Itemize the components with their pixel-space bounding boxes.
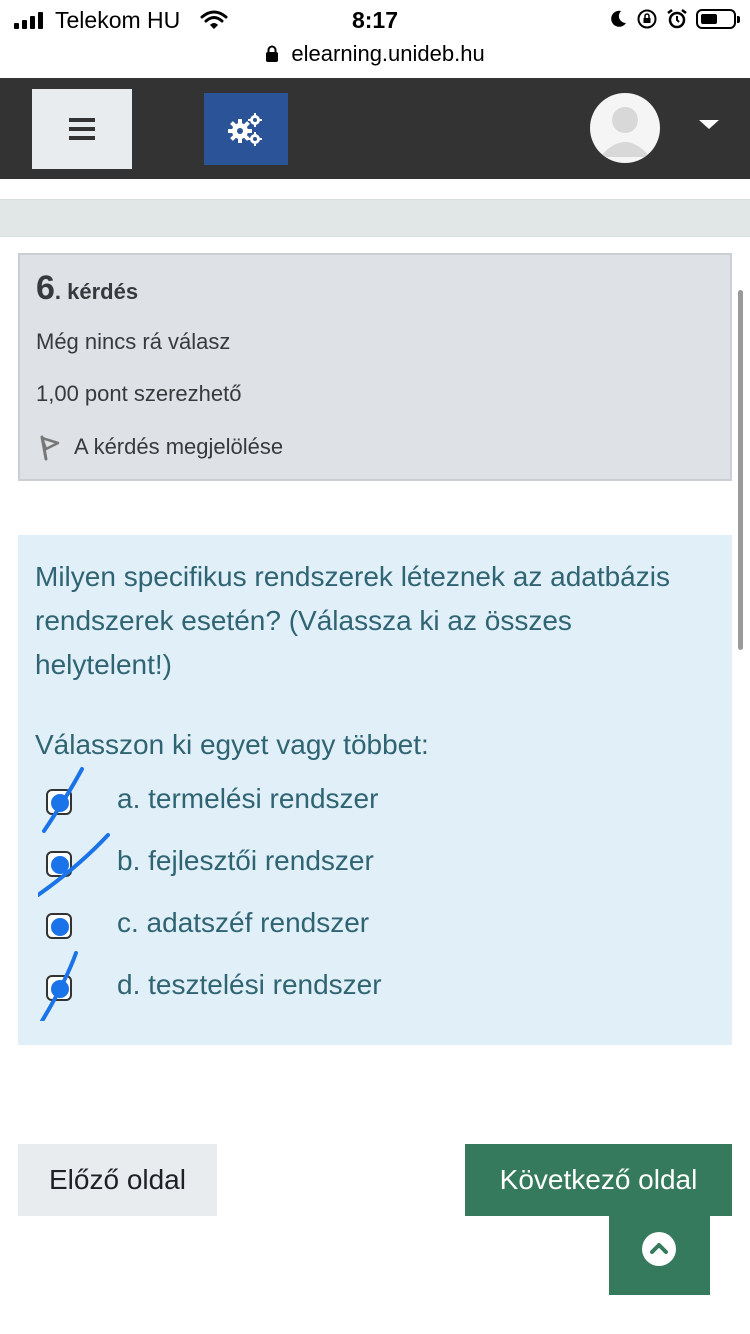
cogs-icon	[228, 113, 262, 146]
user-icon	[600, 107, 650, 157]
answer-label: b. fejlesztői rendszer	[117, 845, 374, 876]
question-text: Milyen specifikus rendszerek léteznek az…	[35, 561, 670, 680]
answer-option[interactable]: d. tesztelési rendszer	[18, 951, 732, 1021]
question-grade: 1,00 pont szerezhető	[36, 381, 242, 406]
strike-mark-icon	[42, 767, 84, 833]
page-strip	[0, 199, 750, 237]
url-text: elearning.unideb.hu	[291, 41, 485, 67]
answer-label: c. adatszéf rendszer	[117, 907, 370, 938]
question-number-suffix: . kérdés	[54, 279, 139, 304]
lock-icon	[266, 45, 279, 63]
flag-question-link[interactable]: A kérdés megjelölése	[36, 433, 283, 461]
answer-label: a. termelési rendszer	[117, 783, 379, 814]
answer-prompt: Válasszon ki egyet vagy többet:	[35, 729, 429, 760]
answer-option[interactable]: a. termelési rendszer	[18, 767, 732, 833]
status-icons	[608, 8, 740, 30]
answer-checkbox[interactable]	[46, 913, 72, 939]
question-number-value: 6	[36, 269, 55, 307]
strike-mark-icon	[40, 951, 78, 1021]
answer-option[interactable]: c. adatszéf rendszer	[18, 907, 732, 953]
question-info-card: 6. kérdés Még nincs rá válasz 1,00 pont …	[18, 253, 732, 481]
answer-option[interactable]: b. fejlesztői rendszer	[18, 833, 732, 897]
question-state: Még nincs rá válasz	[36, 329, 231, 354]
chevron-up-icon	[642, 1232, 676, 1266]
flag-label: A kérdés megjelölése	[74, 434, 284, 459]
previous-page-button[interactable]: Előző oldal	[18, 1144, 217, 1216]
rotation-lock-icon	[637, 9, 657, 29]
question-text-area: Milyen specifikus rendszerek léteznek az…	[18, 535, 732, 1045]
battery-icon	[696, 9, 740, 29]
caret-down-icon[interactable]	[699, 120, 719, 129]
question-number: 6. kérdés	[36, 269, 138, 308]
moon-icon	[611, 10, 626, 27]
user-avatar[interactable]	[590, 93, 660, 163]
settings-button[interactable]	[204, 93, 288, 165]
status-bar: Telekom HU 8:17	[0, 0, 750, 40]
top-navbar	[0, 78, 750, 179]
next-page-button[interactable]: Következő oldal	[465, 1144, 732, 1216]
answer-label: d. tesztelési rendszer	[117, 969, 382, 1000]
scrollbar[interactable]	[738, 290, 743, 650]
back-to-top-button[interactable]	[609, 1216, 710, 1295]
strike-mark-icon	[38, 833, 110, 897]
menu-button[interactable]	[32, 89, 132, 169]
flag-icon	[40, 435, 60, 461]
alarm-icon	[667, 9, 687, 29]
address-bar[interactable]: elearning.unideb.hu	[0, 40, 750, 78]
